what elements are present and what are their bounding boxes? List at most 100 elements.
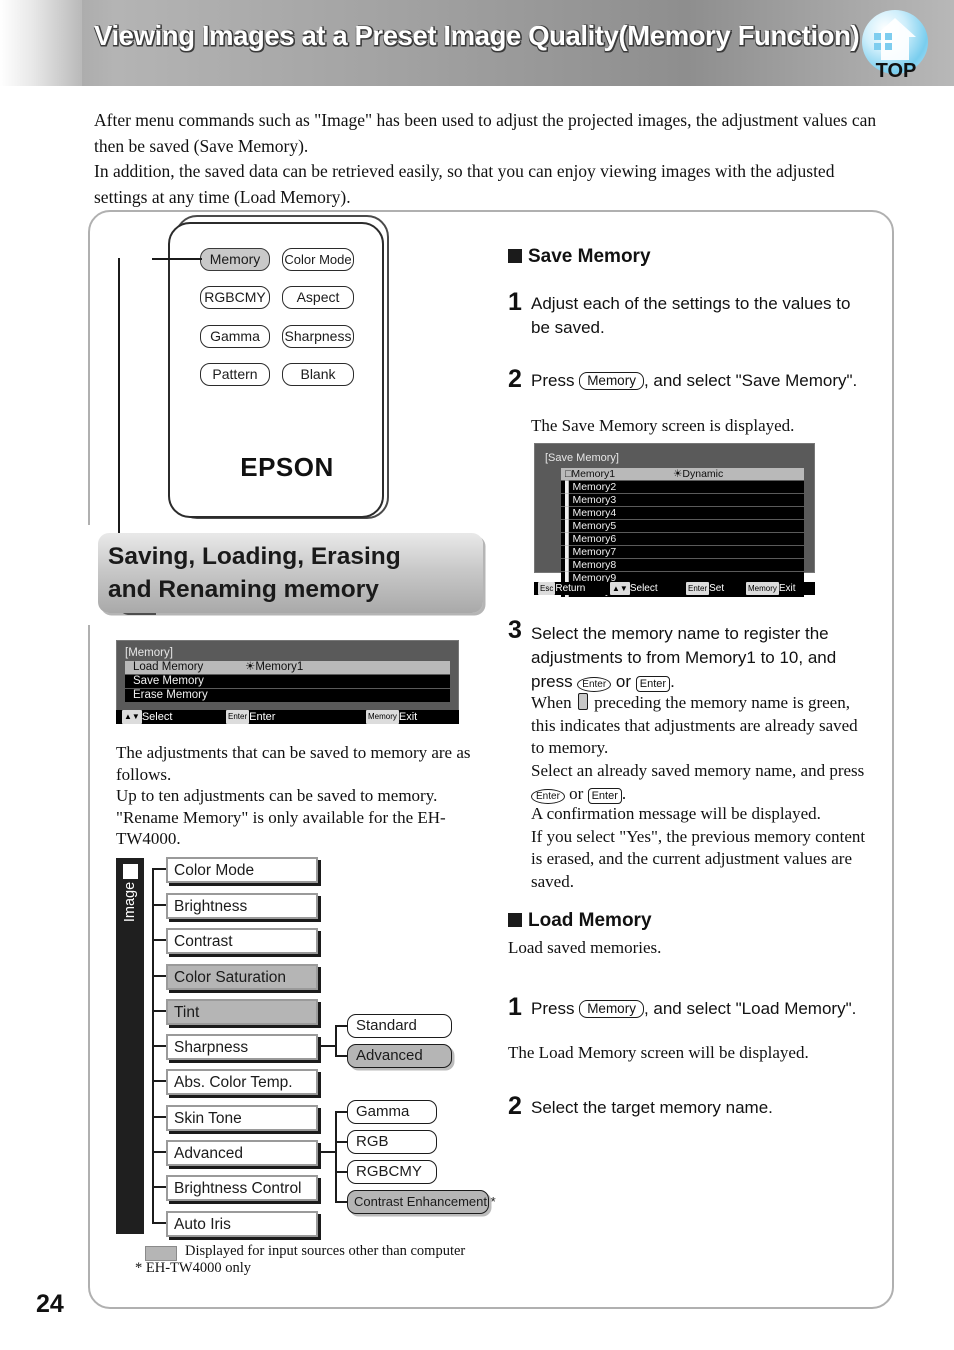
save-step-2-text: Press Memory, and select "Save Memory".	[531, 369, 861, 393]
memory-osd-row-erase-label: Erase Memory	[133, 689, 208, 701]
remote-key-sharpness[interactable]: Sharpness	[282, 325, 354, 348]
tree-stub-7	[152, 1116, 166, 1119]
save-step-2-number: 2	[508, 365, 522, 393]
save-row-label: Memory7	[572, 546, 617, 558]
save-memory-osd-row[interactable]: ▌Memory6	[561, 533, 804, 545]
memory-osd-row-load[interactable]: Load Memory ☀Memory1	[125, 661, 450, 674]
save-memory-osd-row[interactable]: ▌Memory2	[561, 481, 804, 493]
tree-item-skin-tone[interactable]: Skin Tone	[166, 1105, 318, 1131]
advanced-sub-stub-0	[335, 1111, 347, 1114]
page-title: Viewing Images at a Preset Image Quality…	[94, 20, 860, 51]
legend-swatch	[145, 1246, 177, 1261]
save-row-label: Memory3	[572, 494, 617, 506]
tree-item-tint[interactable]: Tint	[166, 999, 318, 1025]
memory-button-chip[interactable]: Memory	[579, 1000, 644, 1018]
tree-item-abs-color-temp[interactable]: Abs. Color Temp.	[166, 1069, 318, 1095]
top-badge-label: TOP	[875, 60, 917, 82]
tree-sub-contrast-enhancement[interactable]: Contrast Enhancement *	[347, 1190, 496, 1214]
tree-stub-5	[152, 1045, 166, 1048]
legend-swatch-text: Displayed for input sources other than c…	[185, 1243, 466, 1259]
load-step-1-number: 1	[508, 993, 522, 1021]
save-step-1-text: Adjust each of the settings to the value…	[531, 294, 851, 337]
remote-key-aspect[interactable]: Aspect	[282, 286, 354, 309]
save-step-3-sub1: When preceding the memory name is green,…	[531, 692, 871, 760]
updown-icon: ▲▼	[610, 582, 630, 595]
image-menu-tree: Image Color Mode Brightness Contrast Col…	[116, 857, 496, 1237]
enter-round-chip[interactable]: Enter	[577, 677, 612, 692]
banner-line-2: and Renaming memory	[108, 576, 379, 603]
save-memory-osd-row[interactable]: ▌Memory3	[561, 494, 804, 506]
tree-stub-3	[152, 975, 166, 978]
tree-item-brightness[interactable]: Brightness	[166, 893, 318, 919]
load-step-1-sub: The Load Memory screen will be displayed…	[508, 1043, 809, 1062]
memory-osd-row-load-label: Load Memory	[133, 661, 204, 673]
tree-sub-gamma[interactable]: Gamma	[347, 1100, 437, 1124]
save-memory-osd-row[interactable]: ▌Memory5	[561, 520, 804, 532]
advanced-stub-out	[321, 1151, 335, 1154]
save-step-3-sub2-or: or	[564, 783, 588, 803]
tree-stub-8	[152, 1151, 166, 1154]
tree-sub-rgbcmy[interactable]: RGBCMY	[347, 1160, 437, 1184]
save-footer-select: ▲▼ Select	[610, 582, 658, 595]
save-memory-heading: Save Memory	[508, 246, 651, 268]
sharpness-stub-out	[321, 1045, 335, 1048]
memory-osd-row-erase[interactable]: Erase Memory	[125, 689, 450, 702]
save-memory-osd-row[interactable]: ▌Memory7	[561, 546, 804, 558]
enter-square-chip[interactable]: Enter	[635, 676, 671, 692]
tree-item-brightness-control[interactable]: Brightness Control	[166, 1175, 318, 1201]
tree-item-advanced[interactable]: Advanced	[166, 1140, 318, 1166]
tree-item-color-mode[interactable]: Color Mode	[166, 857, 318, 883]
esc-key-icon: Esc	[538, 582, 556, 595]
epson-logo: EPSON	[240, 452, 334, 482]
top-badge[interactable]: TOP	[862, 10, 930, 86]
save-row-label: Memory5	[572, 520, 617, 532]
remote-key-color-mode[interactable]: Color Mode	[282, 248, 354, 271]
save-memory-osd-row[interactable]: □Memory1 ☀Dynamic	[561, 468, 804, 480]
save-step-3-sub1-a: When	[531, 693, 576, 712]
frame-notch	[85, 525, 97, 625]
tree-item-contrast[interactable]: Contrast	[166, 928, 318, 954]
tree-item-auto-iris[interactable]: Auto Iris	[166, 1211, 318, 1237]
tree-sub-rgb[interactable]: RGB	[347, 1130, 437, 1154]
memory-osd-row-save-label: Save Memory	[133, 675, 204, 687]
save-memory-osd-screen: [Save Memory] □Memory1 ☀Dynamic ▌Memory2…	[534, 443, 815, 597]
save-step-3-or: or	[611, 672, 636, 691]
home-window-4	[885, 43, 892, 50]
memory-osd-row-save[interactable]: Save Memory	[125, 675, 450, 688]
tree-item-color-saturation[interactable]: Color Saturation	[166, 964, 318, 990]
memory-osd-row-load-value: ☀Memory1	[245, 661, 304, 673]
tree-stub-2	[152, 939, 166, 942]
memory-button-chip[interactable]: Memory	[579, 372, 644, 390]
tree-stub-0	[152, 868, 166, 871]
save-footer-exit: Memory Exit	[746, 582, 796, 595]
section-square-icon	[508, 913, 522, 927]
save-row-label: Memory4	[572, 507, 617, 519]
remote-key-pattern[interactable]: Pattern	[200, 363, 270, 386]
updown-icon: ▲▼	[122, 710, 142, 725]
advanced-subtree-vertical	[335, 1111, 338, 1201]
save-memory-osd-footer: Esc Return ▲▼ Select Enter Set Memory Exit	[534, 582, 815, 595]
banner-line-1: Saving, Loading, Erasing	[108, 543, 401, 570]
advanced-sub-stub-1	[335, 1141, 347, 1144]
remote-key-rgbcmy[interactable]: RGBCMY	[200, 286, 270, 309]
save-memory-osd-row[interactable]: ▌Memory8	[561, 559, 804, 571]
tree-sub-advanced[interactable]: Advanced	[347, 1044, 452, 1068]
home-window-2	[885, 33, 892, 40]
tree-sub-standard[interactable]: Standard	[347, 1014, 452, 1038]
sharpness-sub-stub-0	[335, 1025, 347, 1028]
enter-round-chip[interactable]: Enter	[531, 788, 565, 804]
save-step-3-sub2: Select an already saved memory name, and…	[531, 760, 871, 805]
remote-key-blank[interactable]: Blank	[282, 363, 354, 386]
enter-square-chip[interactable]: Enter	[587, 787, 622, 804]
remote-key-gamma[interactable]: Gamma	[200, 325, 270, 348]
remote-key-memory[interactable]: Memory	[200, 248, 270, 271]
leader-line-horizontal	[152, 258, 202, 261]
home-window-3	[874, 43, 881, 50]
save-memory-osd-row[interactable]: ▌Memory4	[561, 507, 804, 519]
header-divider	[0, 86, 954, 88]
left-note-text: The adjustments that can be saved to mem…	[116, 743, 471, 848]
save-row-label: Memory2	[572, 481, 617, 493]
tree-stub-6	[152, 1080, 166, 1083]
tree-stub-1	[152, 904, 166, 907]
tree-item-sharpness[interactable]: Sharpness	[166, 1034, 318, 1060]
